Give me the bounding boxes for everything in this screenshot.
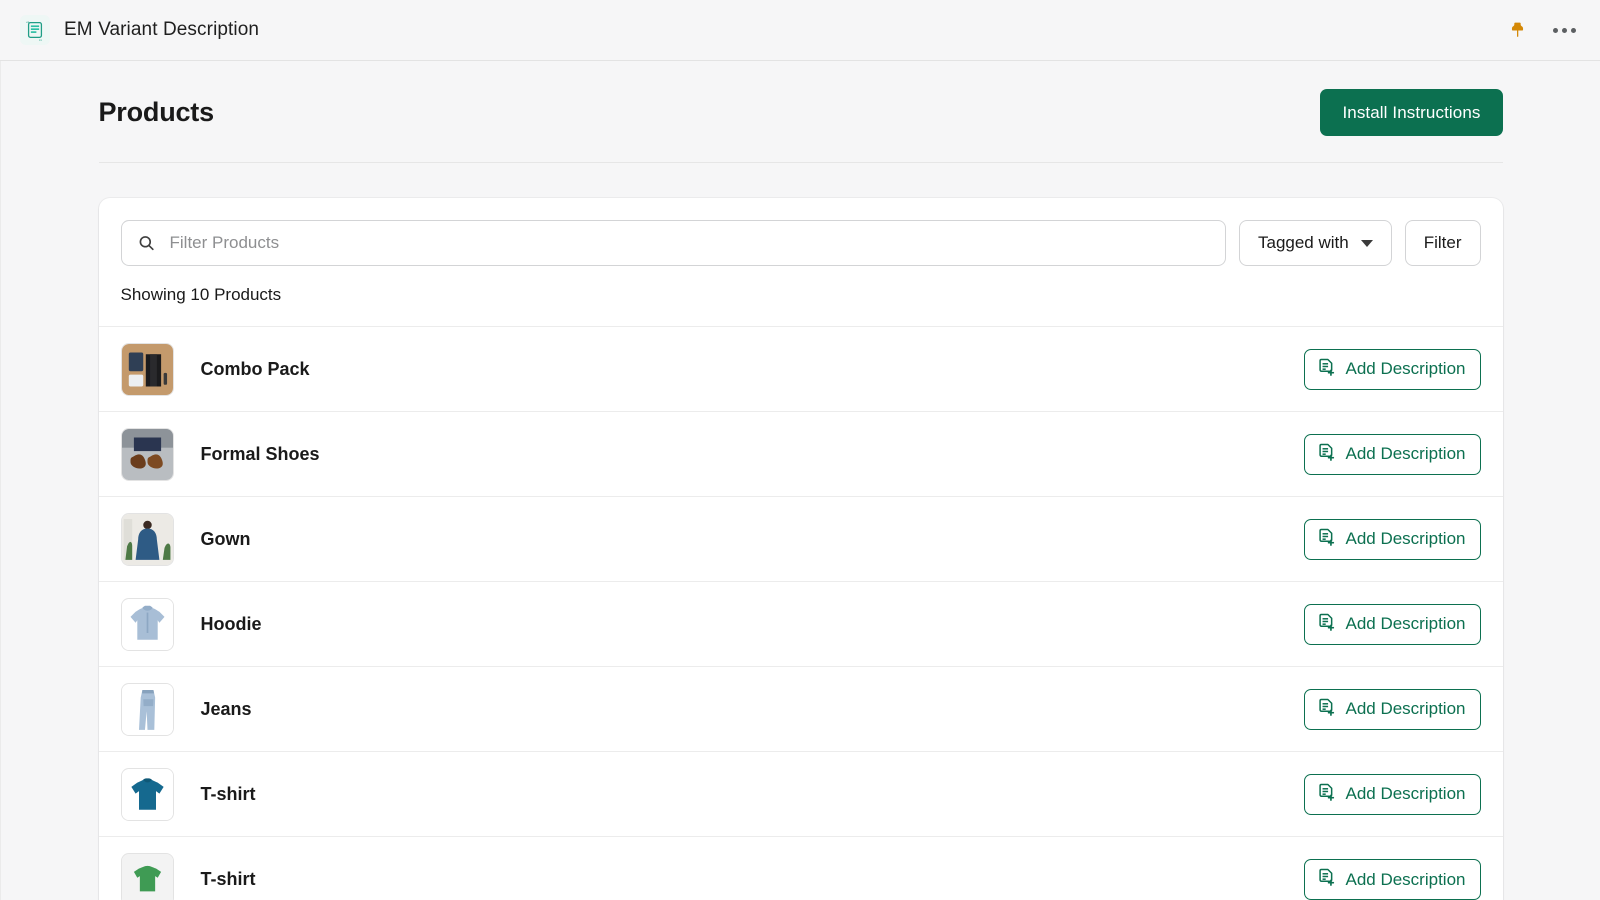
tagged-with-dropdown[interactable]: Tagged with: [1238, 220, 1392, 266]
add-description-label: Add Description: [1345, 529, 1466, 548]
page-title: Products: [98, 97, 215, 127]
add-description-button[interactable]: Add Description: [1304, 603, 1481, 645]
dot: [1571, 27, 1576, 33]
svg-text:“: “: [26, 21, 29, 28]
page-inner: Products Install Instructions Tagged wit…: [55, 61, 1547, 900]
product-name: Hoodie: [200, 613, 262, 634]
product-thumbnail-formal-shoes: [120, 427, 174, 481]
product-row[interactable]: Hoodie Add Description: [98, 582, 1503, 667]
add-description-button[interactable]: Add Description: [1304, 859, 1481, 900]
product-name: Gown: [200, 528, 251, 549]
app-title: EM Variant Description: [64, 19, 260, 40]
add-description-label: Add Description: [1345, 869, 1466, 889]
add-description-button[interactable]: Add Description: [1304, 433, 1481, 475]
results-count: Showing 10 Products: [120, 285, 282, 304]
add-description-label: Add Description: [1345, 784, 1466, 803]
add-document-icon: [1317, 782, 1336, 807]
em-variant-description-app-icon: “ „: [20, 15, 50, 45]
products-card: Tagged with Filter Showing 10 Products C…: [98, 198, 1503, 900]
more-options-icon[interactable]: [1553, 27, 1576, 33]
product-row[interactable]: Jeans Add Description: [98, 667, 1503, 752]
add-description-label: Add Description: [1345, 614, 1466, 633]
chevron-down-icon: [1360, 239, 1373, 247]
install-instructions-button[interactable]: Install Instructions: [1320, 89, 1503, 136]
more-dots: [1553, 27, 1576, 33]
product-row[interactable]: T-shirt Add Description: [99, 837, 1503, 900]
filter-button[interactable]: Filter: [1404, 220, 1481, 266]
product-thumbnail-jeans: [120, 682, 174, 736]
page-body: Products Install Instructions Tagged wit…: [0, 61, 1600, 900]
add-document-icon: [1317, 527, 1336, 552]
svg-text:„: „: [39, 35, 42, 41]
product-row[interactable]: Combo Pack Add Description: [98, 327, 1503, 412]
product-name: Formal Shoes: [200, 443, 320, 464]
product-name: Jeans: [200, 698, 252, 719]
add-description-button[interactable]: Add Description: [1304, 348, 1481, 390]
page-header: Products Install Instructions: [98, 61, 1503, 163]
product-thumbnail-hoodie: [120, 597, 174, 651]
add-description-label: Add Description: [1345, 699, 1466, 718]
product-list: Combo Pack Add Description Formal Shoes: [98, 326, 1503, 900]
add-document-icon: [1317, 867, 1336, 892]
product-row[interactable]: T-shirt Add Description: [98, 752, 1503, 837]
app-bar-actions: [1508, 20, 1576, 41]
search-input[interactable]: [120, 220, 1226, 266]
filter-bar: Tagged with Filter: [99, 198, 1503, 266]
dot: [1553, 27, 1558, 33]
dot: [1562, 27, 1567, 33]
product-name: Combo Pack: [200, 358, 310, 379]
search-field-wrapper: [120, 220, 1226, 266]
add-document-icon: [1317, 357, 1336, 382]
product-name: T-shirt: [200, 783, 256, 804]
add-description-label: Add Description: [1345, 359, 1466, 378]
product-thumbnail-combo-pack: [120, 342, 174, 396]
product-thumbnail-tshirt-blue: [120, 767, 174, 821]
product-thumbnail-gown: [120, 512, 174, 566]
add-description-button[interactable]: Add Description: [1304, 688, 1481, 730]
add-document-icon: [1317, 697, 1336, 722]
product-row[interactable]: Formal Shoes Add Description: [98, 412, 1503, 497]
add-description-button[interactable]: Add Description: [1304, 518, 1481, 560]
filter-label: Filter: [1423, 233, 1462, 252]
product-thumbnail-tshirt-green: [120, 853, 174, 900]
app-bar: “ „ EM Variant Description: [0, 0, 1600, 61]
pin-icon[interactable]: [1508, 20, 1527, 41]
add-description-button[interactable]: Add Description: [1304, 773, 1481, 815]
app-identity: “ „ EM Variant Description: [20, 15, 259, 45]
add-description-label: Add Description: [1345, 444, 1466, 463]
product-name: T-shirt: [200, 869, 256, 889]
product-row[interactable]: Gown Add Description: [98, 497, 1503, 582]
add-document-icon: [1317, 442, 1336, 467]
tagged-with-label: Tagged with: [1257, 233, 1349, 252]
add-document-icon: [1317, 612, 1336, 637]
